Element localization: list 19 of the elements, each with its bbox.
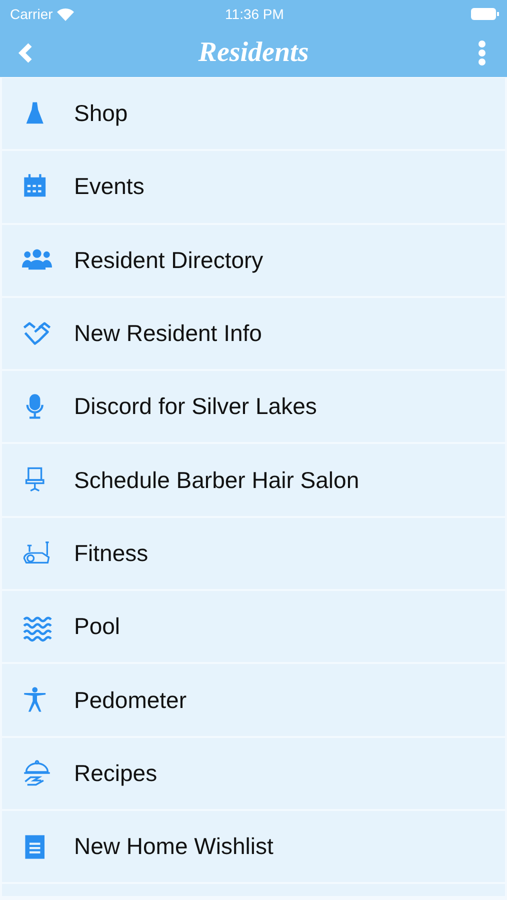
menu-item[interactable]: Shop (2, 78, 505, 150)
menu-item[interactable]: Pedometer (2, 664, 505, 736)
menu-item[interactable]: Resident Directory (2, 224, 505, 296)
screen-title: Residents (198, 36, 309, 68)
battery-icon (471, 8, 499, 20)
carrier-label: Carrier (10, 6, 53, 22)
serving-tray-icon (22, 758, 52, 788)
status-time: 11:36 PM (225, 6, 284, 22)
more-button[interactable] (478, 40, 486, 66)
menu-item[interactable]: Recipes (2, 738, 505, 809)
menu-item[interactable]: Schedule Barber Hair Salon (2, 444, 505, 516)
back-button[interactable] (17, 42, 33, 64)
menu-item[interactable]: New Home Wishlist (2, 810, 505, 882)
menu-item[interactable]: Discord for Silver Lakes (2, 371, 505, 442)
menu-item[interactable]: Events (2, 151, 505, 223)
menu-item[interactable]: New Resident Info (2, 298, 505, 370)
menu-item[interactable]: Fitness (2, 518, 505, 590)
menu-item[interactable]: Pool (2, 591, 505, 662)
wifi-icon (56, 8, 74, 20)
